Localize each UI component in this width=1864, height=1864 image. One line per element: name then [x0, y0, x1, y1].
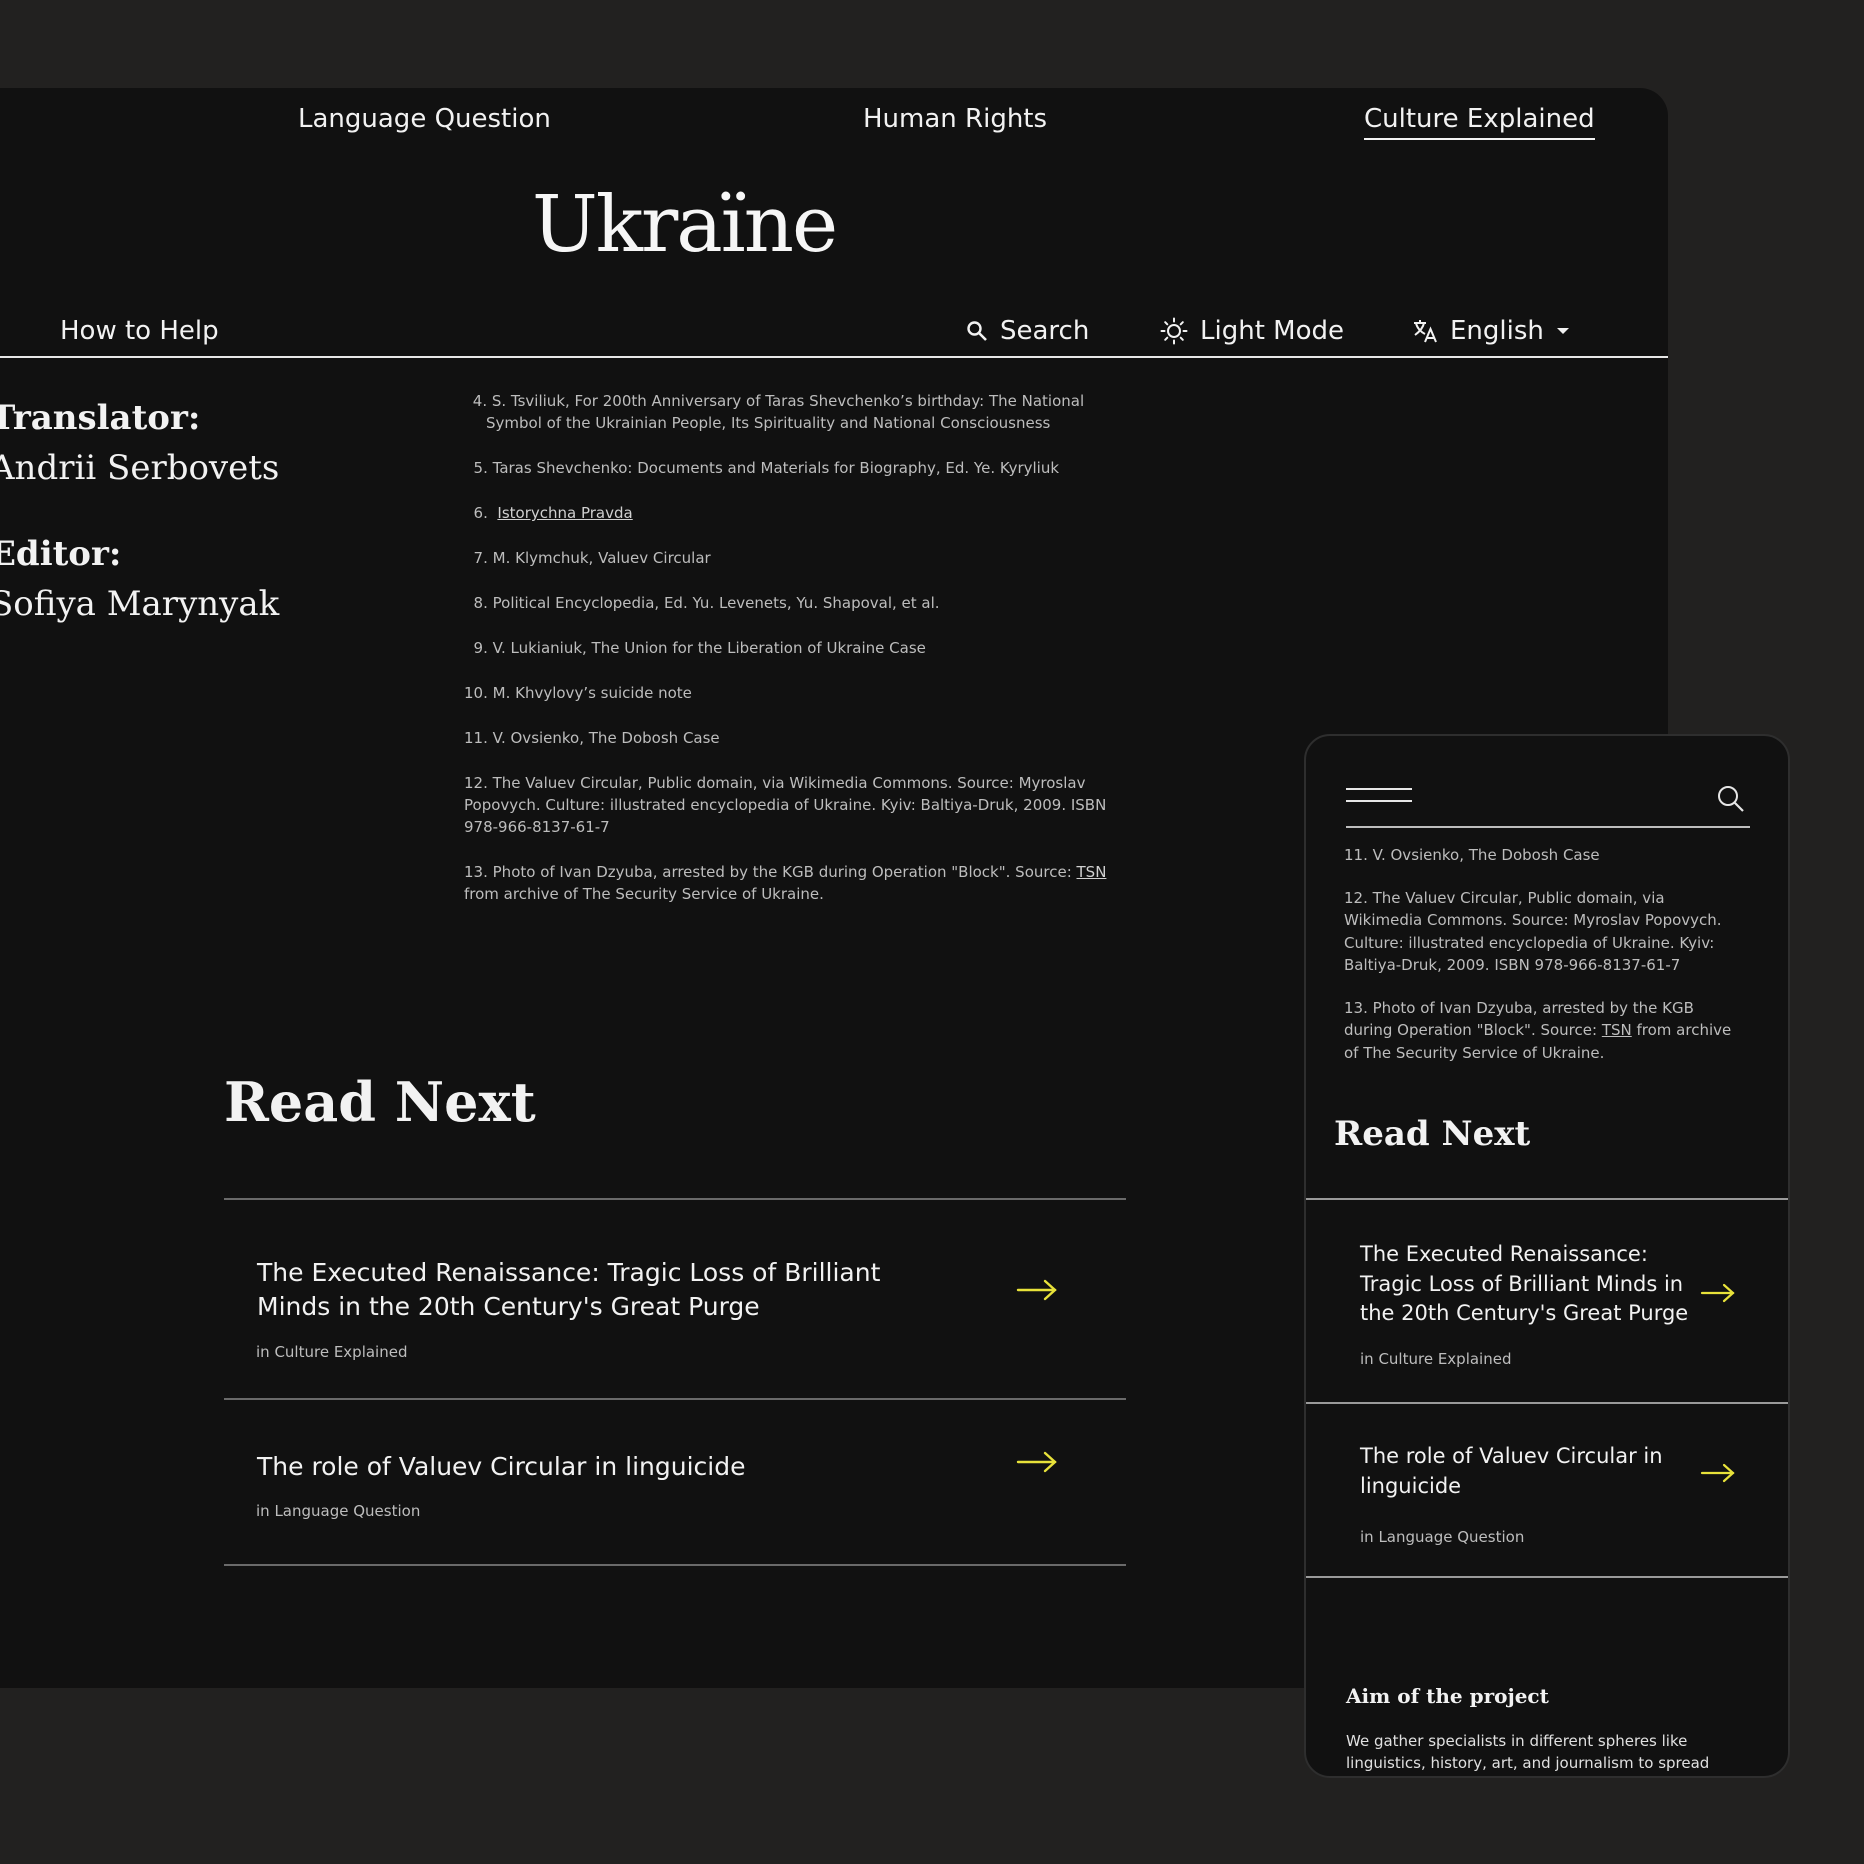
editor-label: Editor:	[0, 534, 122, 574]
site-logo[interactable]: Ukraїne	[532, 180, 838, 270]
reference-item: 7. M. Klymchuk, Valuev Circular	[473, 549, 711, 567]
read-next-heading: Read Next	[1334, 1114, 1531, 1154]
card-section: in Culture Explained	[1360, 1350, 1512, 1368]
nav-how-to-help[interactable]: How to Help	[60, 316, 219, 346]
nav-human-rights[interactable]: Human Rights	[863, 104, 1047, 134]
secondary-nav: How to Help Search Light Mode English	[0, 316, 1668, 358]
header-divider	[1346, 826, 1750, 828]
arrow-right-icon[interactable]	[1016, 1450, 1058, 1474]
reference-link[interactable]: TSN	[1077, 863, 1107, 881]
nav-culture-explained[interactable]: Culture Explained	[1364, 104, 1595, 140]
sun-icon	[1160, 317, 1188, 345]
hamburger-menu-icon[interactable]	[1346, 788, 1412, 812]
read-next-card[interactable]: The Executed Renaissance: Tragic Loss of…	[1306, 1198, 1788, 1402]
reference-item: 10. M. Khvylovy’s suicide note	[464, 684, 692, 702]
read-next-card[interactable]: The Executed Renaissance: Tragic Loss of…	[224, 1198, 1126, 1398]
reference-link[interactable]: Istorychna Pravda	[497, 504, 632, 522]
mobile-window: 11. V. Ovsienko, The Dobosh Case 12. The…	[1304, 734, 1790, 1778]
reference-item: 11. V. Ovsienko, The Dobosh Case	[1344, 846, 1600, 864]
arrow-right-icon[interactable]	[1016, 1278, 1058, 1302]
read-next-card[interactable]: The role of Valuev Circular in linguicid…	[224, 1398, 1126, 1566]
card-title[interactable]: The Executed Renaissance: Tragic Loss of…	[1360, 1240, 1700, 1329]
search-icon	[967, 321, 987, 341]
read-next-heading: Read Next	[224, 1070, 536, 1134]
read-next-list: The Executed Renaissance: Tragic Loss of…	[224, 1198, 1126, 1566]
arrow-right-icon[interactable]	[1700, 1282, 1736, 1304]
caret-down-icon	[1556, 328, 1569, 334]
translator-name: Andrii Serbovets	[0, 448, 280, 488]
card-section: in Language Question	[256, 1502, 421, 1520]
search-icon[interactable]	[1716, 784, 1746, 814]
reference-item: 12. The Valuev Circular, Public domain, …	[1344, 888, 1722, 975]
reference-link[interactable]: TSN	[1602, 1021, 1632, 1039]
reference-item: 12. The Valuev Circular, Public domain, …	[464, 774, 1107, 836]
references-list: 11. V. Ovsienko, The Dobosh Case 12. The…	[1344, 844, 1744, 1084]
card-title[interactable]: The Executed Renaissance: Tragic Loss of…	[257, 1256, 897, 1324]
language-label: English	[1450, 316, 1544, 346]
reference-item: 8. Political Encyclopedia, Ed. Yu. Leven…	[473, 594, 940, 612]
translator-label: Translator:	[0, 398, 201, 438]
reference-item: 6. Istorychna Pravda	[473, 504, 633, 522]
search-button[interactable]: Search	[966, 316, 1089, 346]
reference-item: 9. V. Lukianiuk, The Union for the Liber…	[473, 639, 926, 657]
aim-heading: Aim of the project	[1346, 1684, 1549, 1708]
nav-language-question[interactable]: Language Question	[298, 104, 551, 134]
reference-item: 5. Taras Shevchenko: Documents and Mater…	[473, 459, 1060, 477]
references-list: 4. S. Tsviliuk, For 200th Anniversary of…	[464, 390, 1124, 928]
editor-name: Sofiya Marynyak	[0, 584, 280, 624]
aim-text: We gather specialists in different spher…	[1346, 1732, 1710, 1772]
card-section: in Language Question	[1360, 1528, 1525, 1546]
light-mode-toggle[interactable]: Light Mode	[1160, 316, 1344, 346]
reference-item: 4. S. Tsviliuk, For 200th Anniversary of…	[472, 392, 1085, 432]
light-mode-label: Light Mode	[1200, 316, 1344, 346]
card-title[interactable]: The role of Valuev Circular in linguicid…	[1360, 1442, 1700, 1501]
reference-item: 13. Photo of Ivan Dzyuba, arrested by th…	[464, 863, 1107, 903]
search-label: Search	[1000, 316, 1090, 346]
reference-item: 13. Photo of Ivan Dzyuba, arrested by th…	[1344, 998, 1732, 1062]
read-next-list: The Executed Renaissance: Tragic Loss of…	[1306, 1198, 1788, 1578]
card-section: in Culture Explained	[256, 1343, 408, 1361]
read-next-card[interactable]: The role of Valuev Circular in linguicid…	[1306, 1402, 1788, 1578]
reference-item: 11. V. Ovsienko, The Dobosh Case	[464, 729, 720, 747]
card-title[interactable]: The role of Valuev Circular in linguicid…	[257, 1450, 745, 1484]
credits: Translator: Andrii Serbovets Editor: Sof…	[0, 398, 279, 624]
arrow-right-icon[interactable]	[1700, 1462, 1736, 1484]
language-select[interactable]: English	[1412, 316, 1570, 346]
translate-icon	[1414, 320, 1437, 343]
